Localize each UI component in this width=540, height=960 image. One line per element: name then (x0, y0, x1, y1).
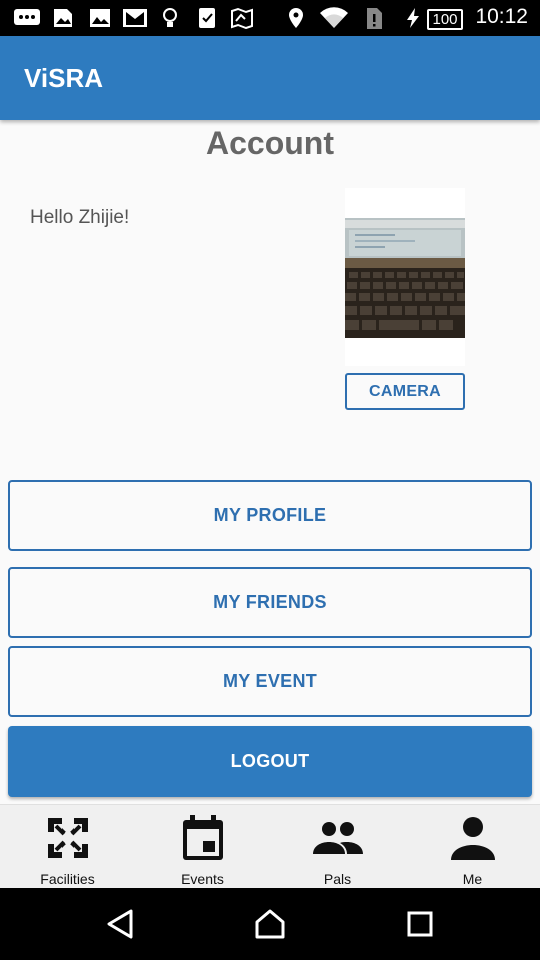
nav-item-me[interactable]: Me (405, 805, 540, 889)
mail-icon (122, 7, 148, 29)
nav-item-pals[interactable]: Pals (270, 805, 405, 889)
image-icon (50, 7, 76, 29)
profile-photo (345, 218, 465, 338)
profile-photo-frame (345, 188, 465, 366)
system-nav-bar (0, 888, 540, 960)
charging-icon (403, 7, 423, 29)
bulb-icon (160, 7, 180, 29)
camera-button[interactable]: CAMERA (345, 373, 465, 410)
status-bar: 100 10:12 (0, 0, 540, 36)
nav-label-pals: Pals (323, 871, 352, 887)
calendar-icon (177, 813, 229, 863)
gallery-icon (88, 7, 112, 29)
location-icon (285, 7, 307, 29)
my-profile-button[interactable]: MY PROFILE (8, 480, 532, 551)
facilities-icon (42, 813, 94, 863)
sim-alert-icon (364, 7, 384, 29)
chat-icon (12, 7, 42, 29)
clock: 10:12 (475, 5, 528, 28)
battery-level: 100 (427, 8, 463, 30)
wifi-icon (318, 7, 350, 29)
back-icon[interactable] (98, 902, 142, 946)
greeting-text: Hello Zhijie! (30, 207, 130, 228)
recents-icon[interactable] (398, 902, 442, 946)
my-friends-button[interactable]: MY FRIENDS (8, 567, 532, 638)
page-title: Account (206, 125, 334, 161)
bottom-nav: Facilities Events Pals Me (0, 804, 540, 888)
screen: 100 10:12 ViSRA Account Hello Zhijie! CA… (0, 0, 540, 960)
nav-label-me: Me (462, 871, 483, 887)
nav-item-events[interactable]: Events (135, 805, 270, 889)
app-title: ViSRA (24, 63, 103, 93)
person-icon (447, 813, 499, 863)
nav-label-facilities: Facilities (40, 871, 95, 887)
app-bar: ViSRA (0, 36, 540, 120)
people-icon (312, 813, 364, 863)
home-icon[interactable] (248, 902, 292, 946)
nav-label-events: Events (181, 871, 224, 887)
battery-icon: 100 (424, 8, 466, 30)
checklist-icon (196, 7, 218, 29)
nav-item-facilities[interactable]: Facilities (0, 805, 135, 889)
map-icon (230, 7, 254, 29)
my-event-button[interactable]: MY EVENT (8, 646, 532, 717)
logout-button[interactable]: LOGOUT (8, 726, 532, 797)
